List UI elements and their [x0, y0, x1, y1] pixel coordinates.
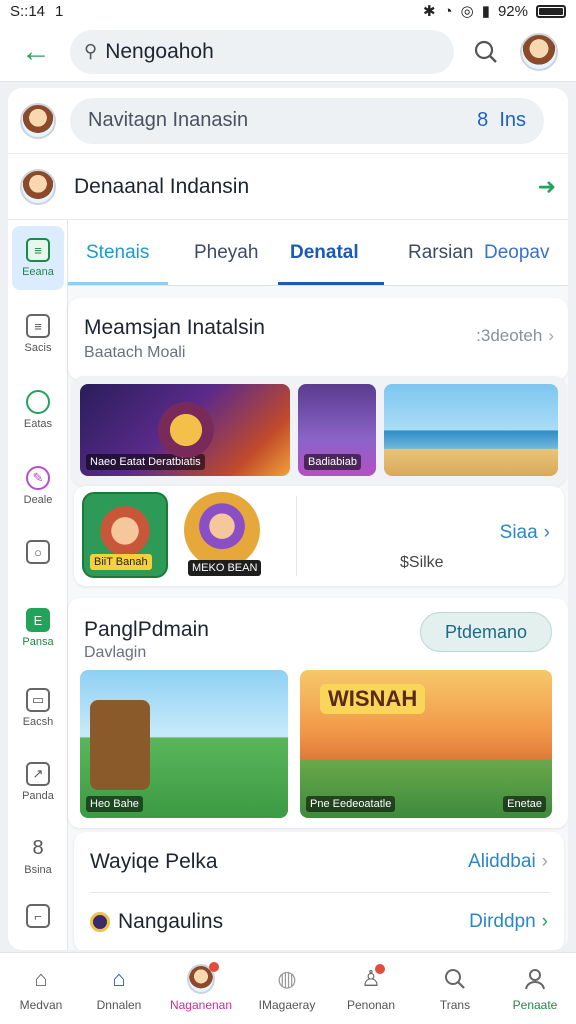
fiesta-badge: Enetae	[503, 796, 546, 812]
hero-avatar-1[interactable]: BiiT Banah	[82, 492, 168, 578]
bluetooth-icon: ✱	[422, 3, 436, 20]
list-icon: ≡	[26, 238, 50, 262]
sidebar-item-1[interactable]: ≡ Eeana	[12, 226, 64, 290]
section2-subtitle: Davlagin	[84, 644, 147, 661]
inbox-icon: ○	[26, 540, 50, 564]
battery-icon	[536, 4, 566, 18]
section1-subtitle: Baatach Moali	[84, 344, 186, 361]
profile-avatar[interactable]	[520, 32, 558, 71]
sidebar-item-8[interactable]: ↗ Panda	[12, 750, 64, 814]
list-row-2[interactable]: Nangaulins Dirddpn ›	[74, 892, 564, 950]
back-arrow-icon[interactable]: ←	[12, 28, 60, 76]
bell-icon: ♙	[357, 964, 385, 992]
user-name: Denaanal Indansin	[74, 174, 250, 198]
edit-icon: ✎	[26, 466, 50, 490]
sidebar: ≡ Eeana ≡ Sacis Eatas ✎ Deale ○ E Pansa …	[8, 220, 68, 950]
bottom-nav-6[interactable]: Trans	[414, 953, 496, 1024]
thumbnail-beach[interactable]	[384, 384, 558, 476]
bottom-nav-1[interactable]: ⌂ Medvan	[0, 953, 82, 1024]
section1-header[interactable]: Meamsjan Inatalsin Baatach Moali :3deote…	[68, 298, 568, 380]
top-app-bar: ← ⚲ Nengoahoh	[0, 22, 576, 82]
sidebar-item-7[interactable]: ▭ Eacsh	[12, 676, 64, 740]
sidebar-item-4[interactable]: ✎ Deale	[12, 454, 64, 518]
bottom-nav-7[interactable]: Penaate	[494, 953, 576, 1024]
thumbnail-neon-room[interactable]: Naeo Eatat Deratbiatis	[80, 384, 290, 476]
note-icon: ↗	[26, 762, 50, 786]
thumbnail-fiesta[interactable]: WISNAH Pne Eedeoatatle Enetae	[300, 670, 552, 818]
calendar-icon: E	[26, 608, 50, 632]
bottom-nav-3[interactable]: Naganenan	[160, 953, 242, 1024]
house-icon: ⌂	[112, 966, 126, 991]
section1-hero-card: BiiT Banah MEKO BEAN Siaa › $Silke	[74, 486, 564, 586]
battery-percent: 92%	[497, 2, 528, 20]
fiesta-title: WISNAH	[320, 684, 426, 714]
tab-4[interactable]: Rarsian	[408, 220, 473, 286]
ball-icon: ◍	[277, 966, 297, 991]
tab-bar: Stenais Pheyah Denatal Rarsian Deopav	[68, 220, 568, 286]
pin-icon: ⚲	[84, 41, 98, 61]
section1-side-link[interactable]: Siaa ›	[500, 522, 550, 544]
main-panel: Navitagn Inanasin 8 Ins Denaanal Indansi…	[8, 88, 568, 950]
alarm-icon: ◎	[460, 3, 474, 20]
vertical-divider	[296, 496, 297, 576]
tab-5[interactable]: Deopav	[484, 220, 550, 286]
bottom-nav-2[interactable]: ⌂ Dnnalen	[78, 953, 160, 1024]
sidebar-item-10[interactable]: ⌐	[12, 884, 64, 948]
sidebar-item-2[interactable]: ≡ Sacis	[12, 302, 64, 366]
section1-title: Meamsjan Inatalsin	[84, 316, 265, 339]
profile-icon	[521, 966, 549, 992]
navigation-pill-label: Navitagn Inanasin	[88, 109, 249, 131]
status-notification: 1	[55, 2, 64, 20]
wifi-icon: ◔	[443, 2, 453, 20]
section1-link[interactable]: :3deoteh ›	[476, 326, 554, 346]
search-icon	[441, 966, 469, 992]
nav-avatar[interactable]	[20, 102, 56, 139]
document-icon: ≡	[26, 314, 50, 338]
signal-icon: ▮	[481, 3, 490, 20]
hero-caption-2: MEKO BEAN	[188, 560, 262, 576]
section2-title: PanglPdmain	[84, 618, 209, 641]
section1-media-strip: Naeo Eatat Deratbiatis Badiabiab	[72, 376, 566, 486]
thumbnail-cliff-adventure[interactable]: Heo Bahe	[80, 670, 288, 818]
sidebar-item-5[interactable]: ○	[12, 520, 64, 584]
clock-icon	[26, 390, 50, 414]
hero-avatar-2[interactable]	[184, 492, 260, 568]
forward-arrow-icon[interactable]: ➜	[538, 174, 556, 200]
chevron-right-icon: ›	[548, 326, 554, 345]
section1-side-text: $Silke	[400, 554, 444, 571]
tab-indicator	[278, 282, 384, 285]
bottom-nav-4[interactable]: ◍ IMagaeray	[246, 953, 328, 1024]
navigation-pill-count: 8 Ins	[477, 109, 526, 131]
file-icon: ▭	[26, 688, 50, 712]
timer-icon: ⌐	[26, 904, 50, 928]
tab-3[interactable]: Denatal	[290, 220, 359, 286]
sidebar-item-9[interactable]: 8 Bsina	[12, 824, 64, 888]
section2-action-button[interactable]: Ptdemano	[420, 612, 552, 652]
search-field[interactable]: ⚲ Nengoahoh	[70, 29, 454, 74]
avatar-icon	[187, 962, 219, 994]
tab-2[interactable]: Pheyah	[194, 220, 258, 286]
status-time: S::14	[10, 2, 46, 20]
sidebar-item-6[interactable]: E Pansa	[12, 596, 64, 660]
user-row[interactable]: Denaanal Indansin ➜	[8, 154, 568, 220]
list-card: Wayiqe Pelka Aliddbai › Nangaulins Dirddp…	[74, 832, 564, 950]
thumbnail-booth[interactable]: Badiabiab	[298, 384, 376, 476]
bottom-nav-5[interactable]: ♙ Penonan	[330, 953, 412, 1024]
bottom-navigation: ⌂ Medvan ⌂ Dnnalen Naganenan ◍ IMagaeray…	[0, 952, 576, 1024]
search-value: Nengoahoh	[105, 39, 214, 63]
tab-indicator-secondary	[68, 282, 168, 285]
home-icon: ⌂	[34, 966, 48, 991]
game-icon	[90, 912, 110, 933]
link-icon: 8	[32, 836, 44, 859]
sidebar-item-3[interactable]: Eatas	[12, 378, 64, 442]
navigation-pill[interactable]: Navitagn Inanasin 8 Ins	[70, 97, 544, 144]
tab-1[interactable]: Stenais	[86, 220, 149, 286]
status-bar: S::14 1 ✱ ◔ ◎ ▮ 92%	[0, 0, 576, 22]
section2-card: PanglPdmain Davlagin Ptdemano Heo Bahe W…	[68, 598, 568, 828]
list-row-1[interactable]: Wayiqe Pelka Aliddbai ›	[74, 832, 564, 892]
search-icon[interactable]	[464, 30, 508, 74]
user-avatar	[20, 168, 56, 205]
navigation-row: Navitagn Inanasin 8 Ins	[8, 88, 568, 154]
